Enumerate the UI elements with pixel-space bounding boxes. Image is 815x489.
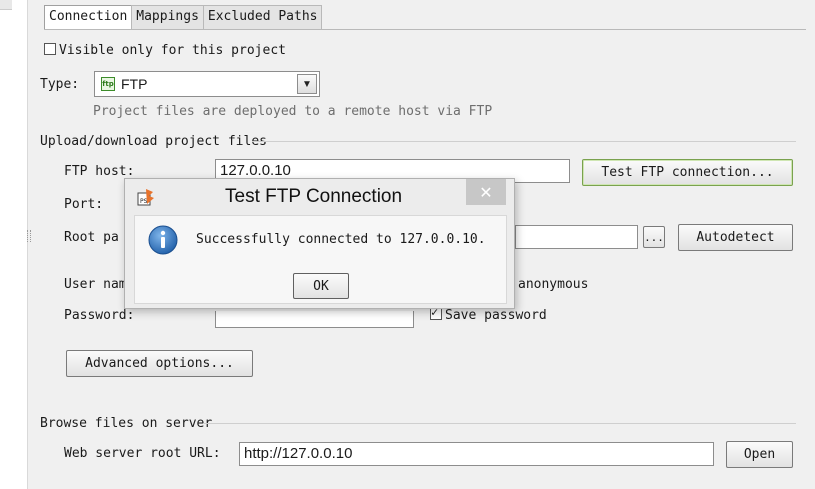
visible-only-checkbox[interactable]	[44, 43, 56, 55]
type-label: Type:	[40, 77, 80, 92]
autodetect-button[interactable]: Autodetect	[678, 224, 793, 251]
tab-bar: Connection Mappings Excluded Paths	[44, 5, 323, 30]
web-root-url-input[interactable]: http://127.0.0.10	[239, 442, 714, 466]
save-password-checkbox[interactable]	[430, 305, 442, 320]
type-select[interactable]: ftp FTP ▼	[94, 71, 320, 97]
visible-only-option[interactable]: Visible only for this project	[44, 43, 286, 58]
browse-section-title: Browse files on server	[40, 416, 213, 431]
type-description: Project files are deployed to a remote h…	[93, 104, 493, 119]
anonymous-label[interactable]: anonymous	[518, 277, 588, 292]
save-password-option[interactable]: Save password	[430, 305, 547, 323]
ftp-host-label: FTP host:	[64, 164, 135, 179]
ok-button[interactable]: OK	[293, 273, 349, 299]
test-ftp-connection-dialog: PS Test FTP Connection ✕ Successfully co…	[124, 178, 515, 309]
tab-connection[interactable]: Connection	[44, 5, 133, 30]
web-root-label: Web server root URL:	[64, 446, 221, 461]
dialog-title: Test FTP Connection	[225, 186, 403, 207]
password-label: Password:	[64, 308, 135, 323]
root-path-label: Root pa	[64, 230, 119, 245]
svg-text:PS: PS	[140, 198, 148, 205]
phpstorm-app-icon: PS	[137, 189, 154, 206]
ftp-icon: ftp	[101, 77, 115, 91]
dialog-message: Successfully connected to 127.0.0.10.	[196, 232, 486, 247]
type-select-value: FTP	[121, 76, 148, 92]
left-panel-strip	[0, 0, 31, 489]
info-icon	[148, 225, 178, 255]
visible-only-label: Visible only for this project	[59, 43, 286, 58]
tab-excluded-paths[interactable]: Excluded Paths	[202, 5, 323, 29]
dialog-body: Successfully connected to 127.0.0.10. OK	[134, 215, 507, 304]
tab-divider	[44, 29, 806, 30]
browse-button[interactable]: ...	[643, 226, 665, 248]
upload-section-separator	[252, 141, 796, 142]
password-input[interactable]	[215, 311, 414, 328]
resize-grip[interactable]	[27, 230, 31, 242]
open-button[interactable]: Open	[726, 441, 793, 468]
browse-section-separator	[203, 423, 796, 424]
port-label: Port:	[64, 197, 104, 212]
upload-section-title: Upload/download project files	[40, 134, 267, 149]
root-path-input[interactable]	[515, 225, 638, 249]
dropdown-arrow-icon[interactable]: ▼	[297, 74, 317, 94]
advanced-options-button[interactable]: Advanced options...	[66, 350, 253, 377]
dialog-title-bar[interactable]: PS Test FTP Connection ✕	[125, 179, 514, 215]
panel-notch	[0, 0, 12, 10]
test-ftp-connection-button[interactable]: Test FTP connection...	[582, 159, 793, 186]
save-password-label: Save password	[445, 308, 547, 323]
tab-mappings[interactable]: Mappings	[131, 5, 204, 29]
user-name-label: User nam	[64, 277, 127, 292]
close-icon[interactable]: ✕	[466, 179, 506, 205]
